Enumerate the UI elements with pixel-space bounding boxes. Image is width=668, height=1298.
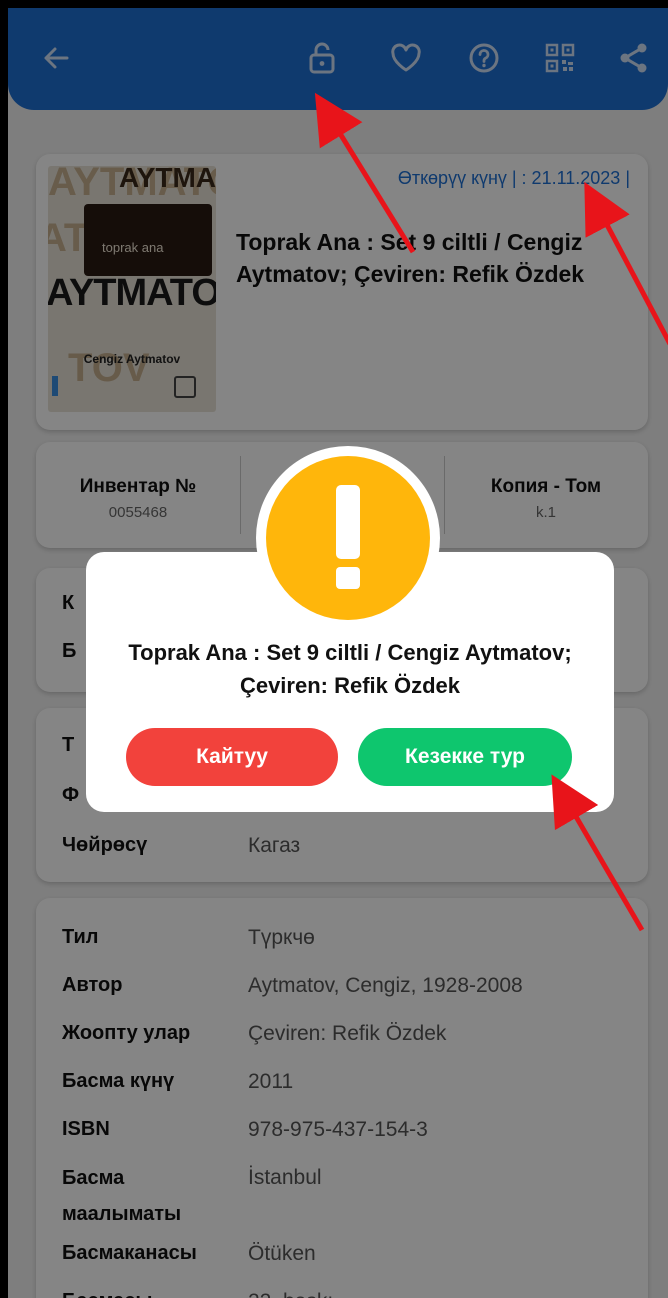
cancel-button[interactable]: Кайтуу <box>126 728 338 786</box>
warning-badge <box>256 446 440 630</box>
queue-button[interactable]: Кезекке тур <box>358 728 572 786</box>
dialog-message: Toprak Ana : Set 9 ciltli / Cengiz Aytma… <box>128 640 572 698</box>
exclamation-icon <box>266 456 430 620</box>
screen: AYTMATOV ATOV TOV AYTMA toprak ana AYTMA… <box>0 0 668 1298</box>
